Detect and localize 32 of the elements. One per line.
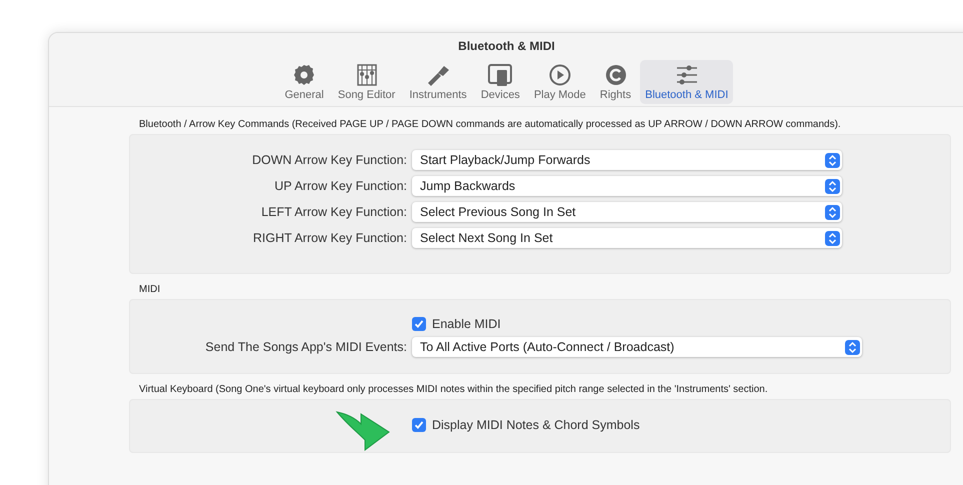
field-label: RIGHT Arrow Key Function: bbox=[252, 231, 407, 245]
toolbar-tab[interactable]: Play Mode bbox=[528, 60, 591, 104]
stepper-icon bbox=[825, 230, 840, 246]
checkbox-label: Enable MIDI bbox=[432, 317, 501, 331]
window-title: Bluetooth & MIDI bbox=[458, 39, 555, 53]
devices-icon bbox=[487, 63, 514, 87]
section-caption: Bluetooth / Arrow Key Commands (Received PAGE UP / PAGE DOWN commands are automatically processed as UP ARROW / DOWN ARROW commands). bbox=[138, 118, 842, 132]
stepper-icon bbox=[825, 152, 840, 168]
toolbar-tab[interactable]: Devices bbox=[476, 60, 525, 104]
checkbox[interactable] bbox=[412, 317, 426, 331]
field-label: UP Arrow Key Function: bbox=[274, 179, 407, 193]
stepper-icon bbox=[825, 178, 840, 194]
toolbar-tab[interactable]: Instruments bbox=[404, 60, 472, 104]
dropdown[interactable]: Select Previous Song In Set bbox=[412, 202, 842, 222]
dropdown[interactable]: Select Next Song In Set bbox=[412, 228, 842, 248]
field-label: Send The Songs App's MIDI Events: bbox=[204, 340, 407, 354]
field-label: DOWN Arrow Key Function: bbox=[251, 153, 407, 167]
section-caption: MIDI bbox=[138, 283, 162, 297]
field-label: LEFT Arrow Key Function: bbox=[260, 205, 407, 219]
stepper-icon bbox=[825, 204, 840, 220]
dropdown[interactable]: Start Playback/Jump Forwards bbox=[412, 150, 842, 170]
toolbar-tab[interactable]: General bbox=[280, 60, 329, 104]
toolbar-tab[interactable]: Bluetooth & MIDI bbox=[640, 60, 734, 104]
dropdown[interactable]: Jump Backwards bbox=[412, 176, 842, 196]
play-icon bbox=[546, 63, 573, 87]
dropdown[interactable]: To All Active Ports (Auto-Connect / Broadcast) bbox=[412, 337, 862, 357]
section-caption: Virtual Keyboard (Song One's virtual keyboard only processes MIDI notes within the specified pitch range selected in the 'Instruments' section. bbox=[138, 383, 769, 397]
checkbox[interactable] bbox=[412, 418, 426, 432]
stepper-icon bbox=[845, 340, 860, 354]
checkbox-label: Display MIDI Notes & Chord Symbols bbox=[432, 418, 640, 432]
toolbar-tab[interactable]: Rights bbox=[594, 60, 636, 104]
toolbar-tab[interactable]: Song Editor bbox=[332, 60, 400, 104]
